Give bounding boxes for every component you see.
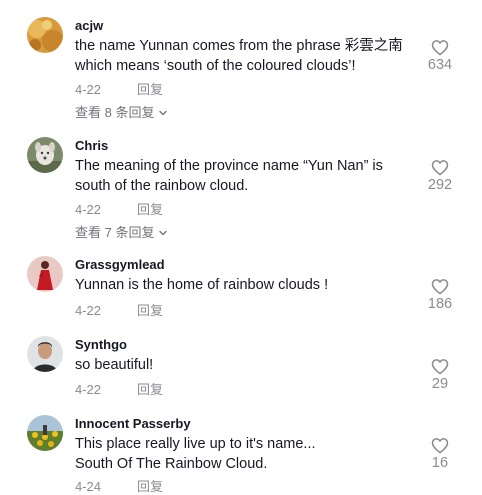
comment-text-line: the name Yunnan comes from the phrase 彩雲… (75, 38, 403, 54)
view-replies-label: 查看 7 条回复 (75, 225, 155, 240)
reply-button[interactable]: 回复 (137, 202, 163, 217)
comment-text-line: South Of The Rainbow Cloud. (75, 455, 268, 472)
heart-outline-icon (420, 159, 460, 176)
view-replies-button[interactable]: 查看 7 条回复 (75, 222, 168, 241)
heart-outline-icon (420, 278, 460, 295)
avatar[interactable] (27, 415, 63, 451)
avatar-dog-image (27, 137, 63, 173)
comment-text-line: south of the rainbow cloud. (75, 177, 249, 194)
comment-text: so beautiful! (75, 356, 420, 376)
avatar-person-image (27, 336, 63, 372)
avatar-autumn-leaves-image (27, 17, 63, 53)
reply-button[interactable]: 回复 (137, 82, 163, 97)
comment-text-line: which means ‘south of the coloured cloud… (75, 57, 356, 74)
like-count: 292 (427, 177, 453, 193)
comment-meta: 4-24 回复 (75, 476, 163, 495)
comment-meta: 4-22 回复 (75, 199, 163, 218)
comment-date: 4-22 (75, 382, 102, 397)
reply-button[interactable]: 回复 (137, 382, 163, 397)
like-count: 186 (427, 296, 453, 312)
like-button[interactable]: 29 (420, 358, 460, 392)
comment-text-line: This place really live up to it's name..… (75, 436, 316, 452)
heart-outline-icon (420, 39, 460, 56)
avatar[interactable] (27, 137, 63, 173)
like-count: 29 (431, 376, 449, 392)
comment-username[interactable]: acjw (75, 18, 103, 33)
avatar[interactable] (27, 336, 63, 372)
reply-button[interactable]: 回复 (137, 303, 163, 318)
comment-text-line: Yunnan is the home of rainbow clouds ! (75, 277, 329, 293)
comment-list: acjw the name Yunnan comes from the phra… (0, 0, 482, 495)
comment-text-line: so beautiful! (75, 357, 154, 373)
comment-text-line: The meaning of the province name “Yun Na… (75, 158, 383, 174)
comment-meta: 4-22 回复 (75, 300, 163, 319)
heart-outline-icon (420, 358, 460, 375)
comment-username[interactable]: Synthgo (75, 337, 127, 352)
comment-date: 4-22 (75, 82, 102, 97)
chevron-down-icon (158, 106, 168, 121)
comment-date: 4-22 (75, 202, 102, 217)
comment-meta: 4-22 回复 (75, 379, 163, 398)
chevron-down-icon (158, 226, 168, 241)
comment-username[interactable]: Innocent Passerby (75, 416, 191, 431)
like-button[interactable]: 186 (420, 278, 460, 312)
like-button[interactable]: 292 (420, 159, 460, 193)
comment-username[interactable]: Chris (75, 138, 108, 153)
avatar[interactable] (27, 256, 63, 292)
comment-text: the name Yunnan comes from the phrase 彩雲… (75, 37, 420, 76)
like-button[interactable]: 16 (420, 437, 460, 471)
comment-meta: 4-22 回复 (75, 79, 163, 98)
comment-text: Yunnan is the home of rainbow clouds ! (75, 276, 420, 296)
avatar-red-dress-image (27, 256, 63, 292)
avatar[interactable] (27, 17, 63, 53)
like-count: 634 (427, 57, 453, 73)
comment-text: This place really live up to it's name..… (75, 435, 420, 474)
like-button[interactable]: 634 (420, 39, 460, 73)
view-replies-button[interactable]: 查看 8 条回复 (75, 102, 168, 121)
comment-date: 4-22 (75, 303, 102, 318)
comment-username[interactable]: Grassgymlead (75, 257, 165, 272)
comment-text: The meaning of the province name “Yun Na… (75, 157, 420, 196)
like-count: 16 (431, 455, 449, 471)
avatar-sunflowers-image (27, 415, 63, 451)
view-replies-label: 查看 8 条回复 (75, 105, 155, 120)
heart-outline-icon (420, 437, 460, 454)
